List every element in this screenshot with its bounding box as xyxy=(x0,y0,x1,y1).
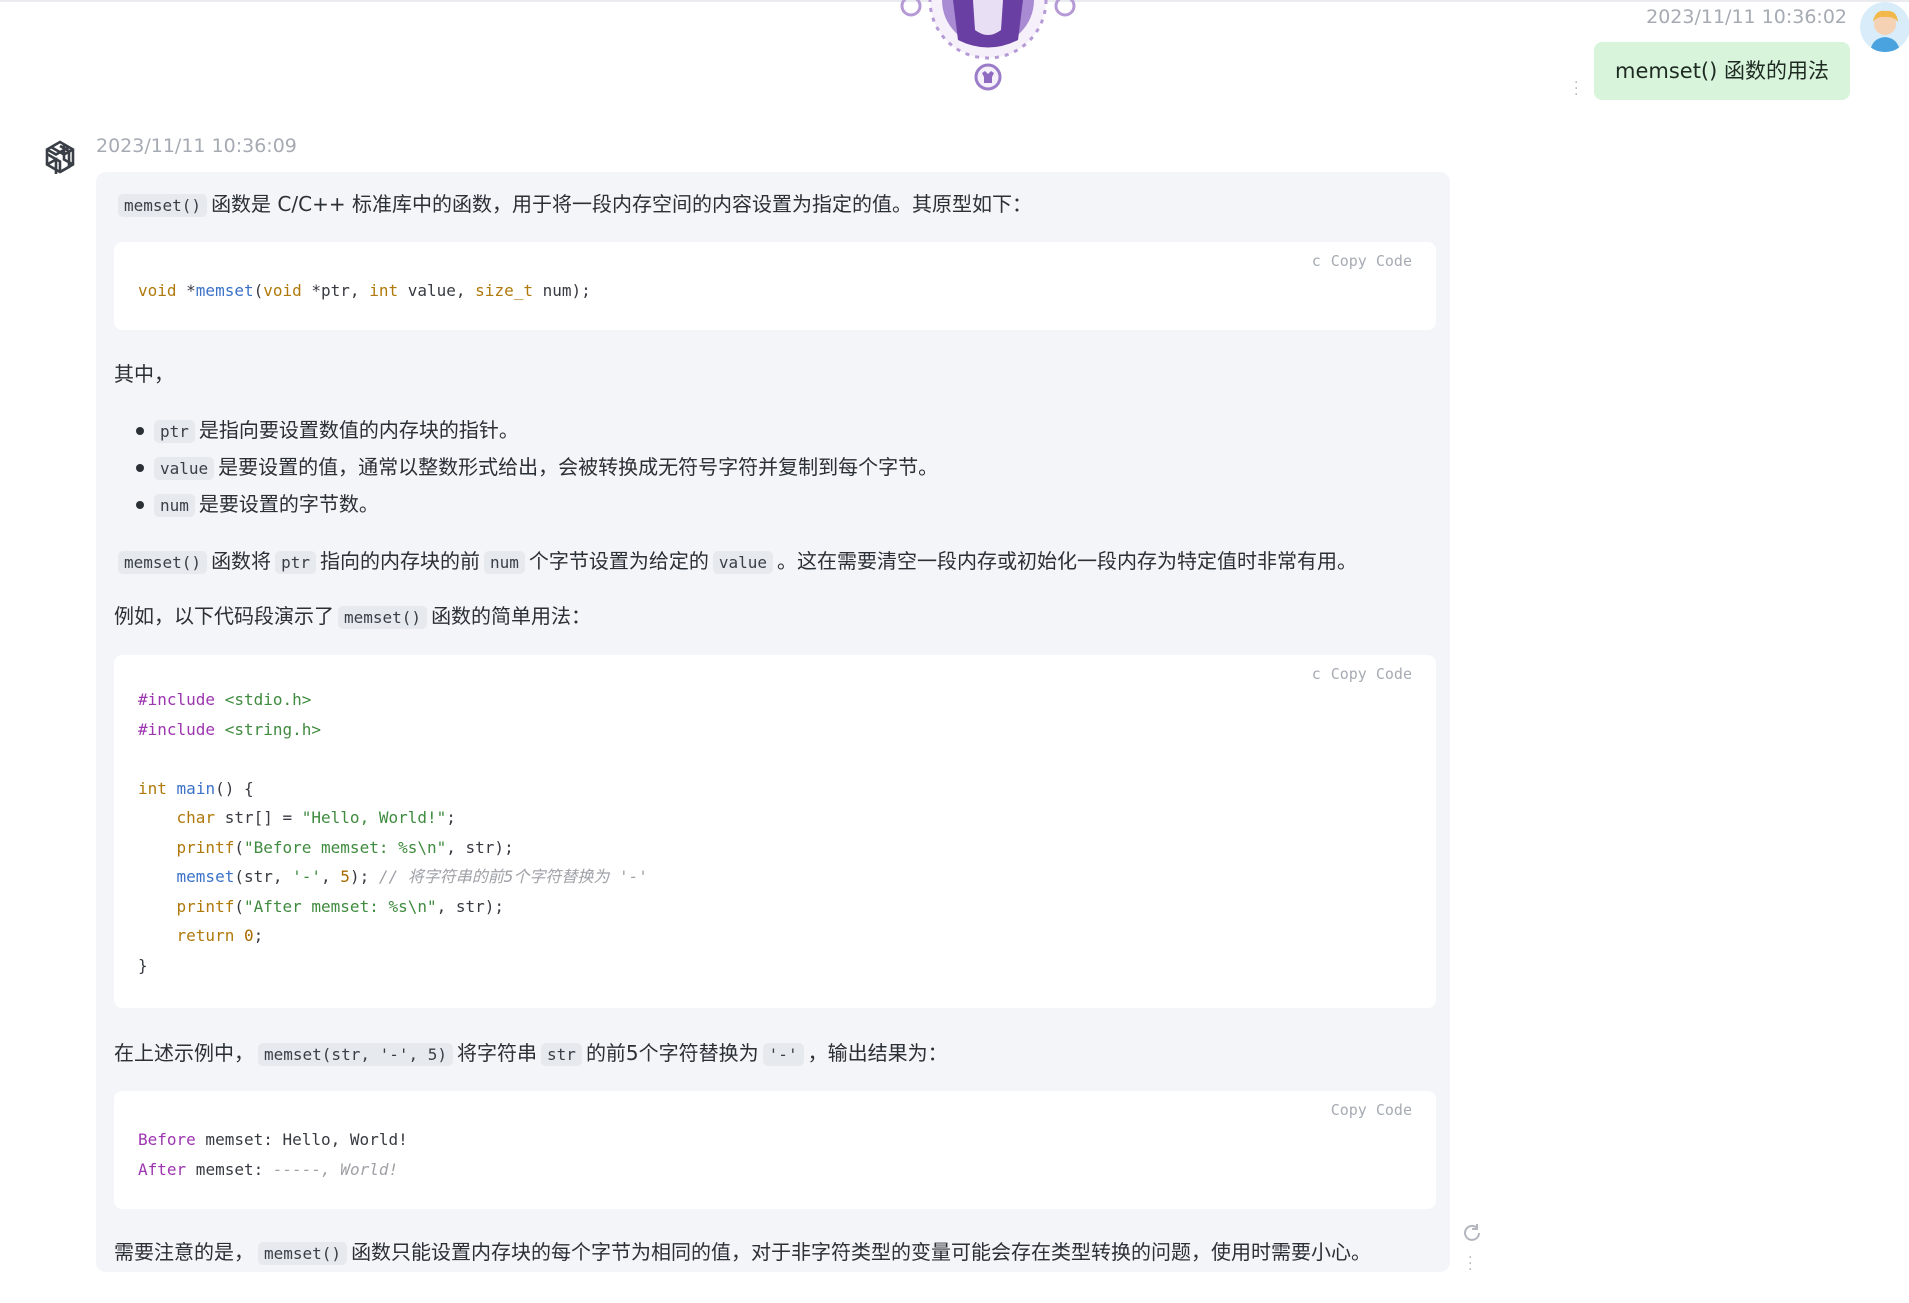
among-paragraph: 其中， xyxy=(114,362,174,386)
list-item: value 是要设置的值，通常以整数形式给出，会被转换成无符号字符并复制到每个字节… xyxy=(114,449,938,486)
inline-code: memset() xyxy=(118,194,208,217)
more-options-icon[interactable]: · · · xyxy=(1468,1251,1472,1277)
list-item: ptr 是指向要设置数值的内存块的指针。 xyxy=(114,412,938,449)
copy-code-button[interactable]: Copy Code xyxy=(1331,1101,1412,1119)
code-content: Before memset: Hello, World! After memse… xyxy=(138,1130,408,1179)
assistant-message-timestamp: 2023/11/11 10:36:09 xyxy=(96,135,297,157)
code-block-output: Copy Code Before memset: Hello, World! A… xyxy=(114,1091,1436,1209)
intro-paragraph: memset() 函数是 C/C++ 标准库中的函数，用于将一段内存空间的内容设置… xyxy=(114,188,1032,217)
user-avatar-icon xyxy=(1860,2,1909,52)
code-language-label: c xyxy=(1311,252,1321,270)
user-avatar[interactable] xyxy=(1860,2,1909,52)
openai-logo-icon xyxy=(45,140,75,174)
user-message-bubble: memset() 函数的用法 xyxy=(1594,42,1850,100)
code-block-example: c Copy Code #include <stdio.h> #include <… xyxy=(114,655,1436,1008)
list-item: num 是要设置的字节数。 xyxy=(114,486,938,523)
user-message-timestamp: 2023/11/11 10:36:02 xyxy=(1646,6,1847,28)
code-block-prototype: c Copy Code void *memset(void *ptr, int v… xyxy=(114,242,1436,330)
parameter-list: ptr 是指向要设置数值的内存块的指针。 value 是要设置的值，通常以整数形式给… xyxy=(114,412,938,523)
code-content: void *memset(void *ptr, int value, size_… xyxy=(138,281,591,300)
paragraph-text: 函数是 C/C++ 标准库中的函数，用于将一段内存空间的内容设置为指定的值。其原… xyxy=(211,192,1032,216)
result-paragraph: 在上述示例中， memset(str, '-', 5) 将字符串 str 的前5个字符替… xyxy=(114,1041,948,1066)
more-options-icon[interactable]: · · · xyxy=(1574,76,1580,102)
code-language-label: c xyxy=(1311,665,1321,683)
example-paragraph: 例如，以下代码段演示了 memset() 函数的简单用法： xyxy=(114,604,592,629)
description-paragraph: memset() 函数将 ptr 指向的内存块的前 num 个字节设置为给定的 value。… xyxy=(114,545,1357,574)
regenerate-icon[interactable] xyxy=(1462,1222,1482,1242)
copy-code-button[interactable]: c Copy Code xyxy=(1312,252,1412,270)
note-paragraph: 需要注意的是， memset() 函数只能设置内存块的每个字节为相同的值，对于非字符… xyxy=(114,1240,1372,1265)
character-avatar-icon xyxy=(900,0,1076,91)
copy-code-button[interactable]: c Copy Code xyxy=(1312,665,1412,683)
code-content: #include <stdio.h> #include <string.h> i… xyxy=(138,690,648,975)
